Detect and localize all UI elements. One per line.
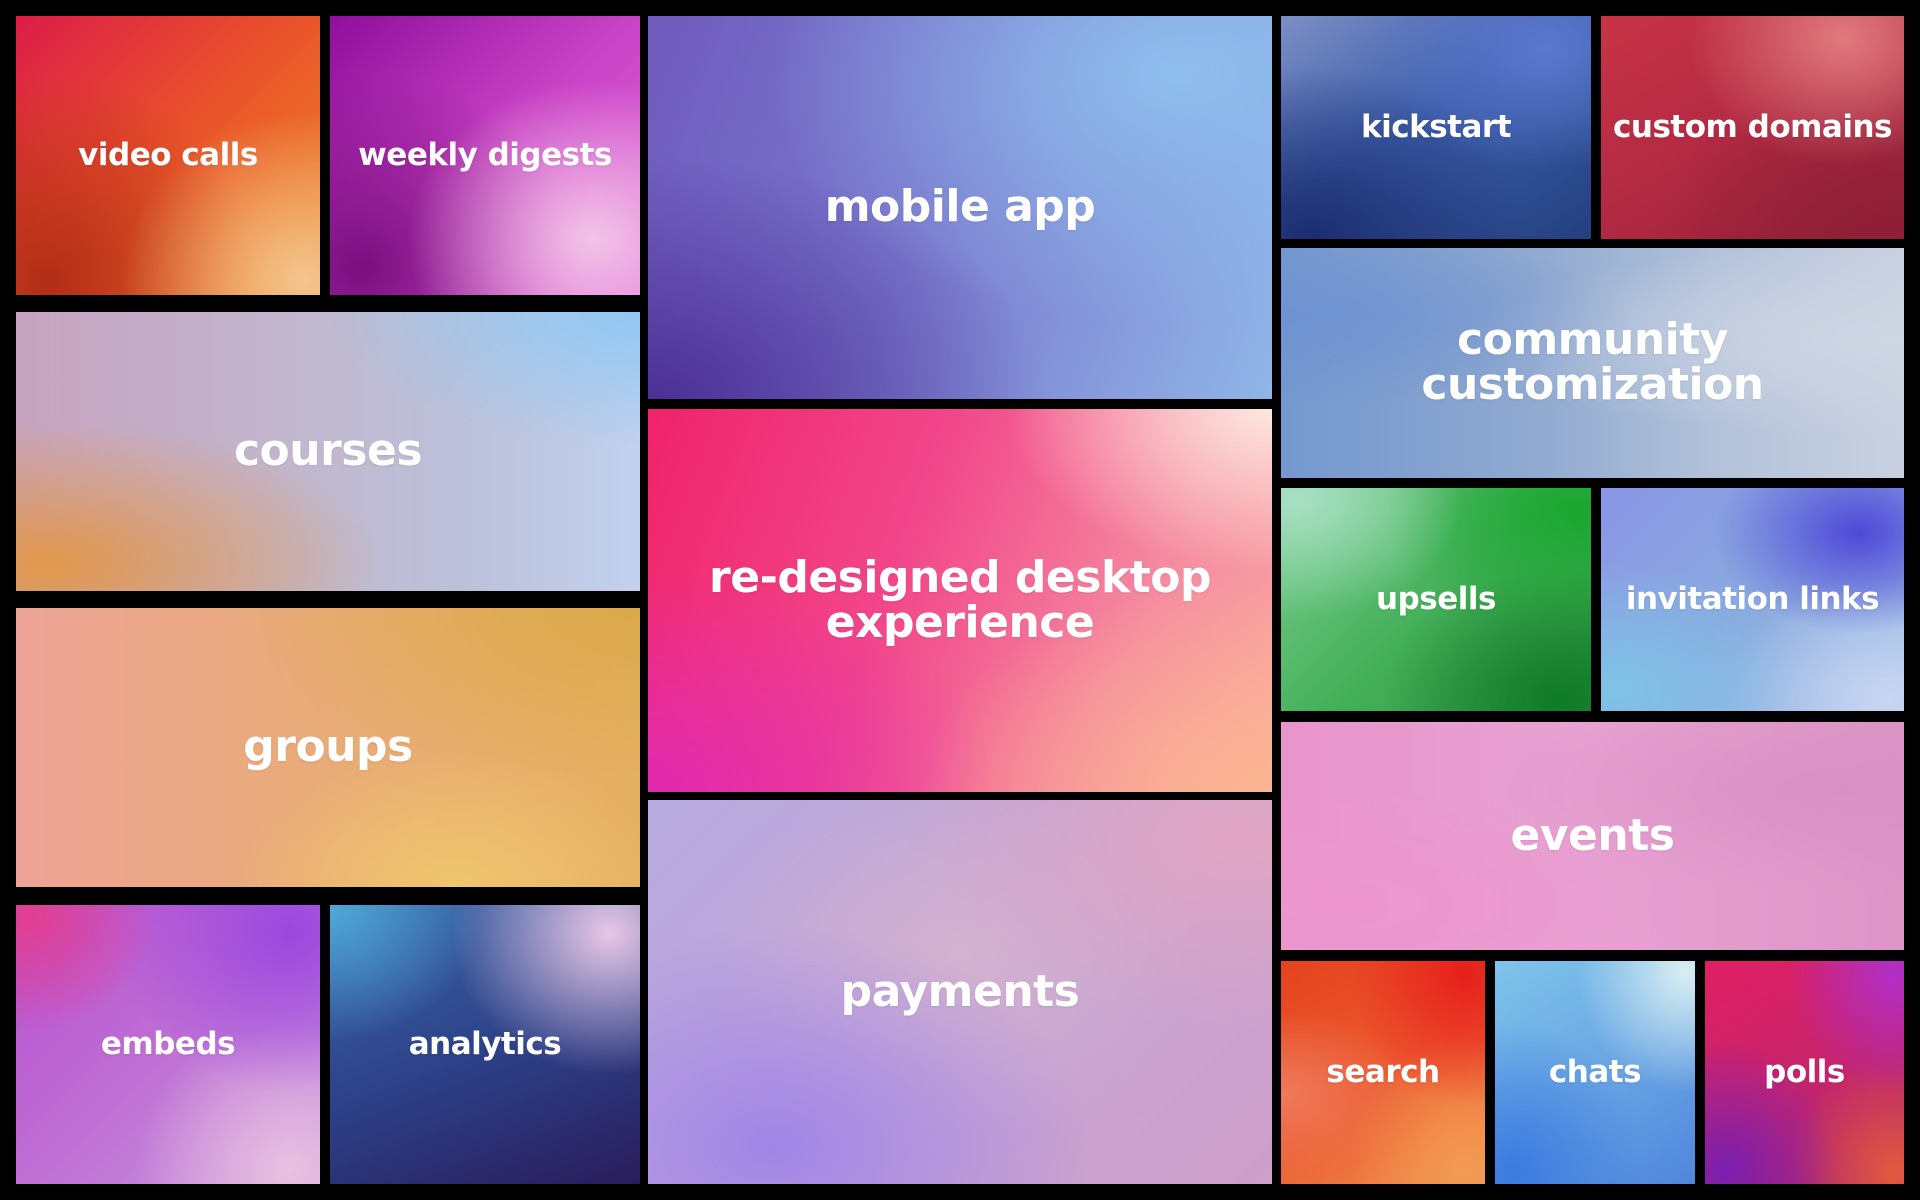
tile-label-custom-domains: custom domains — [1613, 108, 1892, 145]
tile-events[interactable]: events — [1281, 722, 1904, 950]
tile-label-chats: chats — [1548, 1053, 1642, 1090]
tile-label-video-calls: video calls — [78, 136, 258, 173]
tile-label-analytics: analytics — [408, 1025, 562, 1062]
tile-label-kickstart: kickstart — [1360, 108, 1512, 145]
tile-label-courses: courses — [233, 425, 423, 477]
tile-polls[interactable]: polls — [1705, 961, 1904, 1184]
tile-label-upsells: upsells — [1376, 580, 1496, 617]
tile-label-polls: polls — [1764, 1053, 1845, 1090]
tile-label-redesigned-desktop-experience: re-designed desktop experience — [709, 551, 1211, 648]
tile-custom-domains[interactable]: custom domains — [1601, 16, 1904, 239]
tile-chats[interactable]: chats — [1495, 961, 1695, 1184]
tile-label-embeds: embeds — [100, 1025, 236, 1062]
tile-label-mobile-app: mobile app — [824, 181, 1096, 233]
tile-label-weekly-digests: weekly digests — [358, 136, 612, 173]
tile-label-events: events — [1510, 809, 1675, 861]
tile-search[interactable]: search — [1281, 961, 1485, 1184]
tile-analytics[interactable]: analytics — [330, 905, 640, 1184]
tile-courses[interactable]: courses — [16, 312, 640, 591]
tile-payments[interactable]: payments — [648, 800, 1272, 1184]
tile-label-community-customization: community customization — [1421, 314, 1764, 410]
tile-label-invitation-links: invitation links — [1625, 580, 1880, 617]
tile-upsells[interactable]: upsells — [1281, 488, 1591, 711]
tile-invitation-links[interactable]: invitation links — [1601, 488, 1904, 711]
tile-label-search: search — [1326, 1053, 1440, 1090]
tile-embeds[interactable]: embeds — [16, 905, 320, 1184]
tile-label-groups: groups — [243, 721, 413, 773]
tile-weekly-digests[interactable]: weekly digests — [330, 16, 640, 295]
tile-kickstart[interactable]: kickstart — [1281, 16, 1591, 239]
tile-redesigned-desktop-experience[interactable]: re-designed desktop experience — [648, 409, 1272, 792]
tile-groups[interactable]: groups — [16, 608, 640, 887]
tile-mobile-app[interactable]: mobile app — [648, 16, 1272, 399]
tile-community-customization[interactable]: community customization — [1281, 248, 1904, 478]
tile-label-payments: payments — [840, 965, 1080, 1017]
tile-video-calls[interactable]: video calls — [16, 16, 320, 295]
feature-grid: video calls weekly digests courses group… — [0, 0, 1920, 1200]
